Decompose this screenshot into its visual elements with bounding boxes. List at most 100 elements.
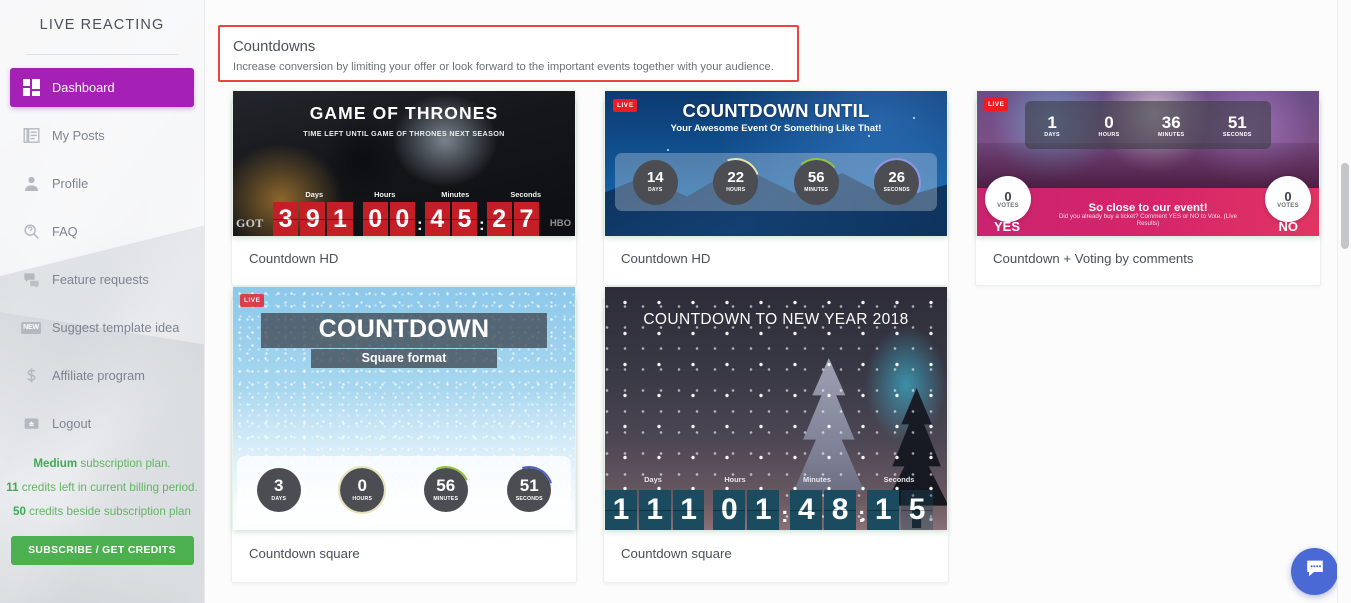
sidebar-item-label: Feature requests bbox=[52, 272, 149, 287]
got-heading: GAME OF THRONES bbox=[309, 103, 499, 123]
unit-label: Minutes bbox=[441, 190, 470, 199]
timer-unit-label: SECONDS bbox=[1222, 131, 1252, 138]
until-countdown-preview: LIVE COUNTDOWN UNTIL Your Awesome Event … bbox=[605, 91, 947, 236]
flip-digit: 4 bbox=[790, 490, 823, 530]
flip-digit: 1 bbox=[327, 202, 353, 236]
template-preview[interactable]: LIVE COUNTDOWN UNTIL Your Awesome Event … bbox=[605, 91, 947, 236]
sidebar-item-label: Profile bbox=[52, 176, 89, 191]
main-content: Countdowns Increase conversion by limiti… bbox=[205, 0, 1351, 603]
template-card-wrapper: COUNTDOWN TO NEW YEAR 2018 Days Hours Mi… bbox=[590, 286, 962, 583]
digit-separator: : bbox=[416, 215, 423, 234]
template-row: GAME OF THRONES TIME LEFT UNTIL GAME OF … bbox=[218, 90, 1328, 286]
got-countdown-preview: GAME OF THRONES TIME LEFT UNTIL GAME OF … bbox=[233, 91, 575, 236]
template-preview[interactable]: COUNTDOWN TO NEW YEAR 2018 Days Hours Mi… bbox=[605, 287, 947, 530]
template-card-title: Countdown square bbox=[249, 546, 360, 561]
app-window: LIVE REACTING Dashboard My Posts Profile… bbox=[0, 0, 1351, 603]
template-card-countdown-square-newyear[interactable]: COUNTDOWN TO NEW YEAR 2018 Days Hours Mi… bbox=[603, 287, 949, 583]
subscribe-get-credits-button[interactable]: SUBSCRIBE / GET CREDITS bbox=[10, 536, 194, 565]
template-row: LIVE COUNTDOWN Square format 3 DAYS 0 HO… bbox=[218, 286, 1328, 583]
template-card-wrapper: GAME OF THRONES TIME LEFT UNTIL GAME OF … bbox=[218, 90, 590, 286]
got-flip-digits: 3 9 1 0 0 : 4 5 : 2 7 bbox=[273, 202, 540, 236]
newyear-heading: COUNTDOWN TO NEW YEAR 2018 bbox=[643, 311, 909, 328]
plan-line-1: Medium subscription plan. bbox=[33, 457, 171, 470]
timer-unit-label: MINUTES bbox=[1158, 131, 1185, 138]
vote-count-no: 0 VOTES bbox=[1265, 176, 1311, 222]
got-unit-labels: Days Hours Minutes Seconds bbox=[279, 190, 561, 199]
flip-digit: 2 bbox=[486, 202, 513, 236]
timer-unit: 3 DAYS bbox=[256, 468, 301, 512]
logout-icon bbox=[10, 415, 52, 432]
sidebar-item-dashboard[interactable]: Dashboard bbox=[10, 68, 194, 107]
flip-digit: 3 bbox=[273, 202, 299, 236]
template-card-countdown-hd-got[interactable]: GAME OF THRONES TIME LEFT UNTIL GAME OF … bbox=[231, 91, 577, 286]
chat-bubbles-icon bbox=[10, 271, 52, 288]
flip-digit: 1 bbox=[867, 490, 900, 530]
timer-unit: 0 HOURS bbox=[338, 466, 387, 514]
brand-title: LIVE REACTING bbox=[39, 17, 165, 33]
template-card-countdown-square-snow[interactable]: LIVE COUNTDOWN Square format 3 DAYS 0 HO… bbox=[231, 287, 577, 583]
page-title: Countdowns bbox=[233, 39, 316, 55]
template-card-countdown-voting[interactable]: LIVE 1 DAYS 0 HOURS 36 MINUTES 51 SECOND… bbox=[975, 91, 1321, 286]
scrollbar-thumb[interactable] bbox=[1341, 163, 1349, 249]
sidebar-item-label: My Posts bbox=[52, 128, 105, 143]
sidebar-item-affiliate-program[interactable]: Affiliate program bbox=[10, 356, 194, 395]
timer-unit: 0 HOURS bbox=[1099, 113, 1120, 138]
sidebar-item-logout[interactable]: Logout bbox=[10, 404, 194, 443]
sidebar-item-label: Dashboard bbox=[52, 80, 115, 95]
flip-digit: 5 bbox=[901, 490, 933, 530]
template-preview[interactable]: LIVE COUNTDOWN Square format 3 DAYS 0 HO… bbox=[233, 287, 575, 530]
sidebar-item-faq[interactable]: FAQ bbox=[10, 212, 194, 251]
flip-digit: 8 bbox=[824, 490, 857, 530]
template-preview[interactable]: LIVE 1 DAYS 0 HOURS 36 MINUTES 51 SECOND… bbox=[977, 91, 1319, 236]
vote-count-value: 0 bbox=[1284, 188, 1292, 204]
live-badge: LIVE bbox=[240, 294, 265, 307]
sidebar-item-suggest-template-idea[interactable]: NEW Suggest template idea bbox=[10, 308, 194, 347]
timer-unit: 36 MINUTES bbox=[1158, 113, 1184, 138]
newyear-countdown-preview: COUNTDOWN TO NEW YEAR 2018 Days Hours Mi… bbox=[605, 287, 947, 530]
vote-label-no: NO bbox=[1278, 219, 1299, 234]
flip-digit: 0 bbox=[713, 490, 746, 530]
sidebar-item-my-posts[interactable]: My Posts bbox=[10, 116, 194, 155]
got-subheading: TIME LEFT UNTIL GAME OF THRONES NEXT SEA… bbox=[303, 129, 505, 138]
template-card-wrapper: LIVE 1 DAYS 0 HOURS 36 MINUTES 51 SECOND… bbox=[962, 90, 1334, 286]
timer-unit: 14 DAYS bbox=[632, 159, 678, 205]
template-card-title: Countdown HD bbox=[621, 251, 711, 266]
sidebar: LIVE REACTING Dashboard My Posts Profile… bbox=[0, 0, 205, 603]
voting-countdown-preview: LIVE 1 DAYS 0 HOURS 36 MINUTES 51 SECOND… bbox=[977, 91, 1319, 236]
flip-digit: 7 bbox=[513, 202, 540, 236]
timer-unit: 22 HOURS bbox=[703, 149, 769, 215]
sidebar-item-feature-requests[interactable]: Feature requests bbox=[10, 260, 194, 299]
until-heading: COUNTDOWN UNTIL bbox=[682, 100, 870, 121]
flip-digit: 1 bbox=[747, 490, 780, 530]
timer-unit: 56 MINUTES bbox=[789, 155, 843, 209]
template-card-countdown-hd-until[interactable]: LIVE COUNTDOWN UNTIL Your Awesome Event … bbox=[603, 91, 949, 286]
snow-timer-panel: 3 DAYS 0 HOURS 56 MINUTES 51 SECONDS bbox=[237, 456, 571, 524]
sidebar-item-profile[interactable]: Profile bbox=[10, 164, 194, 203]
vote-count-label: VOTES bbox=[1277, 202, 1299, 209]
timer-value: 51 bbox=[1227, 112, 1247, 132]
until-subheading: Your Awesome Event Or Something Like Tha… bbox=[670, 123, 882, 134]
newyear-unit-labels: Days Hours Minutes Seconds bbox=[612, 475, 940, 484]
vertical-scrollbar[interactable] bbox=[1337, 0, 1351, 603]
template-preview[interactable]: GAME OF THRONES TIME LEFT UNTIL GAME OF … bbox=[233, 91, 575, 236]
new-badge-icon: NEW bbox=[10, 321, 52, 334]
timer-unit-label: HOURS bbox=[1098, 131, 1120, 138]
template-card-wrapper: LIVE COUNTDOWN UNTIL Your Awesome Event … bbox=[590, 90, 962, 286]
person-icon bbox=[10, 175, 52, 192]
vote-count-value: 0 bbox=[1004, 188, 1012, 204]
crowd-overlay bbox=[977, 143, 1319, 190]
template-card-title: Countdown square bbox=[621, 546, 732, 561]
chat-launcher-button[interactable] bbox=[1291, 548, 1338, 595]
live-badge: LIVE bbox=[984, 98, 1009, 111]
dollar-icon bbox=[10, 367, 52, 384]
vote-count-yes: 0 VOTES bbox=[985, 176, 1031, 222]
plan-line-3: 50 credits beside subscription plan bbox=[13, 505, 191, 518]
template-card-placeholder bbox=[962, 286, 1334, 583]
section-header-countdowns: Countdowns Increase conversion by limiti… bbox=[218, 25, 799, 82]
newyear-flip-digits: 1 1 1 0 1 : 4 8 : 1 5 bbox=[605, 490, 933, 530]
sidebar-item-label: Affiliate program bbox=[52, 368, 145, 383]
timer-unit: 1 DAYS bbox=[1044, 113, 1060, 138]
flip-digit: 9 bbox=[300, 202, 326, 236]
timer-unit: 51 SECONDS bbox=[1223, 113, 1252, 138]
digit-separator: : bbox=[781, 502, 789, 527]
